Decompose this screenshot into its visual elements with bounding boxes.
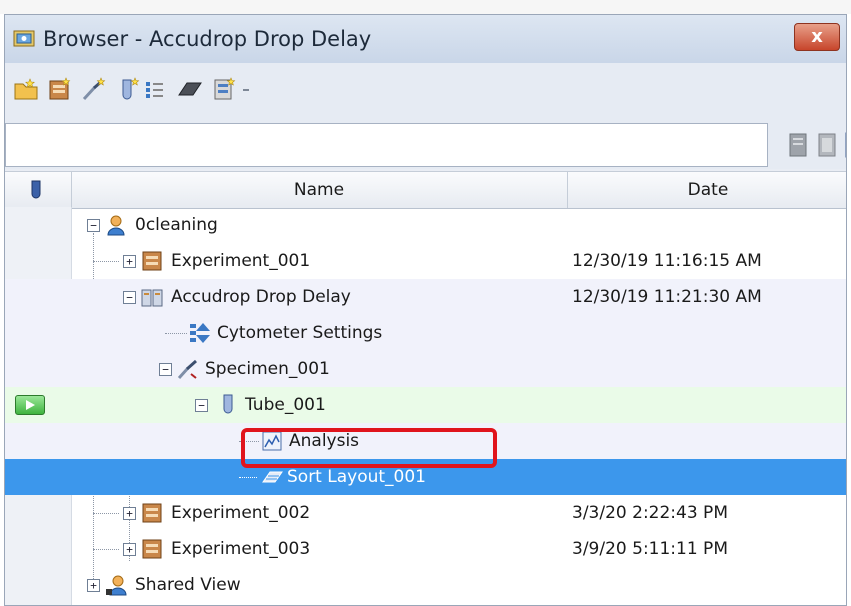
tree-item-label: Tube_001 xyxy=(245,395,326,415)
tree-item-label: Experiment_002 xyxy=(171,503,311,523)
tree-row-cytometer-settings[interactable]: Cytometer Settings xyxy=(5,315,846,351)
open-experiment-icon xyxy=(141,289,163,307)
current-tube-pointer-icon xyxy=(15,395,45,415)
new-sort-layout-icon[interactable] xyxy=(211,77,237,101)
user-folder-icon xyxy=(107,215,125,236)
tree-item-label: Cytometer Settings xyxy=(217,323,383,343)
collapse-toggle[interactable]: − xyxy=(123,291,136,304)
clear-search-icon[interactable] xyxy=(813,131,841,159)
new-folder-icon[interactable] xyxy=(13,77,39,101)
tree-item-date: 12/30/19 11:21:30 AM xyxy=(572,287,762,307)
expand-toggle[interactable]: + xyxy=(123,507,136,520)
tree-row-experiment-002[interactable]: + Experiment_002 3/3/20 2:22:43 PM xyxy=(5,495,846,531)
status-column-header[interactable] xyxy=(5,172,72,208)
title-bar: Browser - Accudrop Drop Delay x xyxy=(5,15,846,64)
tube-icon xyxy=(223,394,233,414)
tube-column-icon xyxy=(31,180,41,199)
search-options-icon[interactable] xyxy=(785,131,813,159)
tree-row-accudrop-drop-delay[interactable]: − Accudrop Drop Delay 12/30/19 11:21:30 … xyxy=(5,279,846,315)
browser-app-icon xyxy=(13,30,35,47)
browser-tree-grid: Name Date − 0cleaning + Experiment_001 1… xyxy=(5,171,846,605)
new-tube-icon[interactable] xyxy=(115,77,141,101)
tree-line xyxy=(165,333,187,334)
tree-row-shared-view[interactable]: + Shared View xyxy=(5,567,846,603)
specimen-icon xyxy=(177,359,197,380)
date-column-header[interactable]: Date xyxy=(568,172,846,208)
expand-toggle[interactable]: + xyxy=(123,255,136,268)
tree-line xyxy=(93,261,119,262)
tree-line xyxy=(93,549,119,550)
new-experiment-icon[interactable] xyxy=(47,77,73,101)
tree-row-specimen-001[interactable]: − Specimen_001 xyxy=(5,351,846,387)
experiment-icon xyxy=(142,539,162,559)
tree-item-label: Experiment_003 xyxy=(171,539,311,559)
tree-row-experiment-001[interactable]: + Experiment_001 12/30/19 11:16:15 AM xyxy=(5,243,846,279)
experiment-icon xyxy=(142,503,162,523)
search-input[interactable] xyxy=(5,123,768,167)
tree-row-experiment-003[interactable]: + Experiment_003 3/9/20 5:11:11 PM xyxy=(5,531,846,567)
tree-row-tube-001[interactable]: − Tube_001 xyxy=(5,387,846,423)
tree-row-0cleaning[interactable]: − 0cleaning xyxy=(5,207,846,243)
expand-toggle[interactable]: + xyxy=(87,579,100,592)
tree-item-label: Specimen_001 xyxy=(205,359,330,379)
browser-window: Browser - Accudrop Drop Delay x Name Dat… xyxy=(4,14,847,606)
background-strip xyxy=(0,0,851,14)
collapse-toggle[interactable]: − xyxy=(195,399,208,412)
eraser-icon[interactable] xyxy=(177,77,203,101)
new-keywords-icon[interactable] xyxy=(143,77,169,101)
tree-item-date: 3/3/20 2:22:43 PM xyxy=(572,503,728,523)
toolbar xyxy=(5,63,846,123)
tree-item-label: Experiment_001 xyxy=(171,251,311,271)
highlight-box xyxy=(241,428,497,468)
sort-layout-icon xyxy=(262,471,283,483)
experiment-icon xyxy=(142,251,162,271)
shared-view-icon xyxy=(106,575,127,596)
window-title: Browser - Accudrop Drop Delay xyxy=(43,27,372,51)
tree-item-label: Accudrop Drop Delay xyxy=(171,287,351,307)
tree-item-date: 3/9/20 5:11:11 PM xyxy=(572,539,728,559)
tree-line xyxy=(239,477,257,478)
cytometer-settings-icon xyxy=(190,323,210,343)
new-specimen-icon[interactable] xyxy=(81,77,107,101)
collapse-toggle[interactable]: − xyxy=(159,363,172,376)
tree-item-label: 0cleaning xyxy=(135,215,218,235)
close-button[interactable]: x xyxy=(794,23,840,51)
tree-line xyxy=(93,513,119,514)
tree-item-label: Shared View xyxy=(135,575,241,595)
name-column-header[interactable]: Name xyxy=(71,172,568,208)
grid-header: Name Date xyxy=(5,171,846,209)
expand-toggle[interactable]: + xyxy=(123,543,136,556)
collapse-toggle[interactable]: − xyxy=(87,219,100,232)
more-icon[interactable] xyxy=(241,77,251,101)
tree-item-date: 12/30/19 11:16:15 AM xyxy=(572,251,762,271)
find-next-icon[interactable] xyxy=(843,131,847,159)
search-row xyxy=(5,123,846,169)
